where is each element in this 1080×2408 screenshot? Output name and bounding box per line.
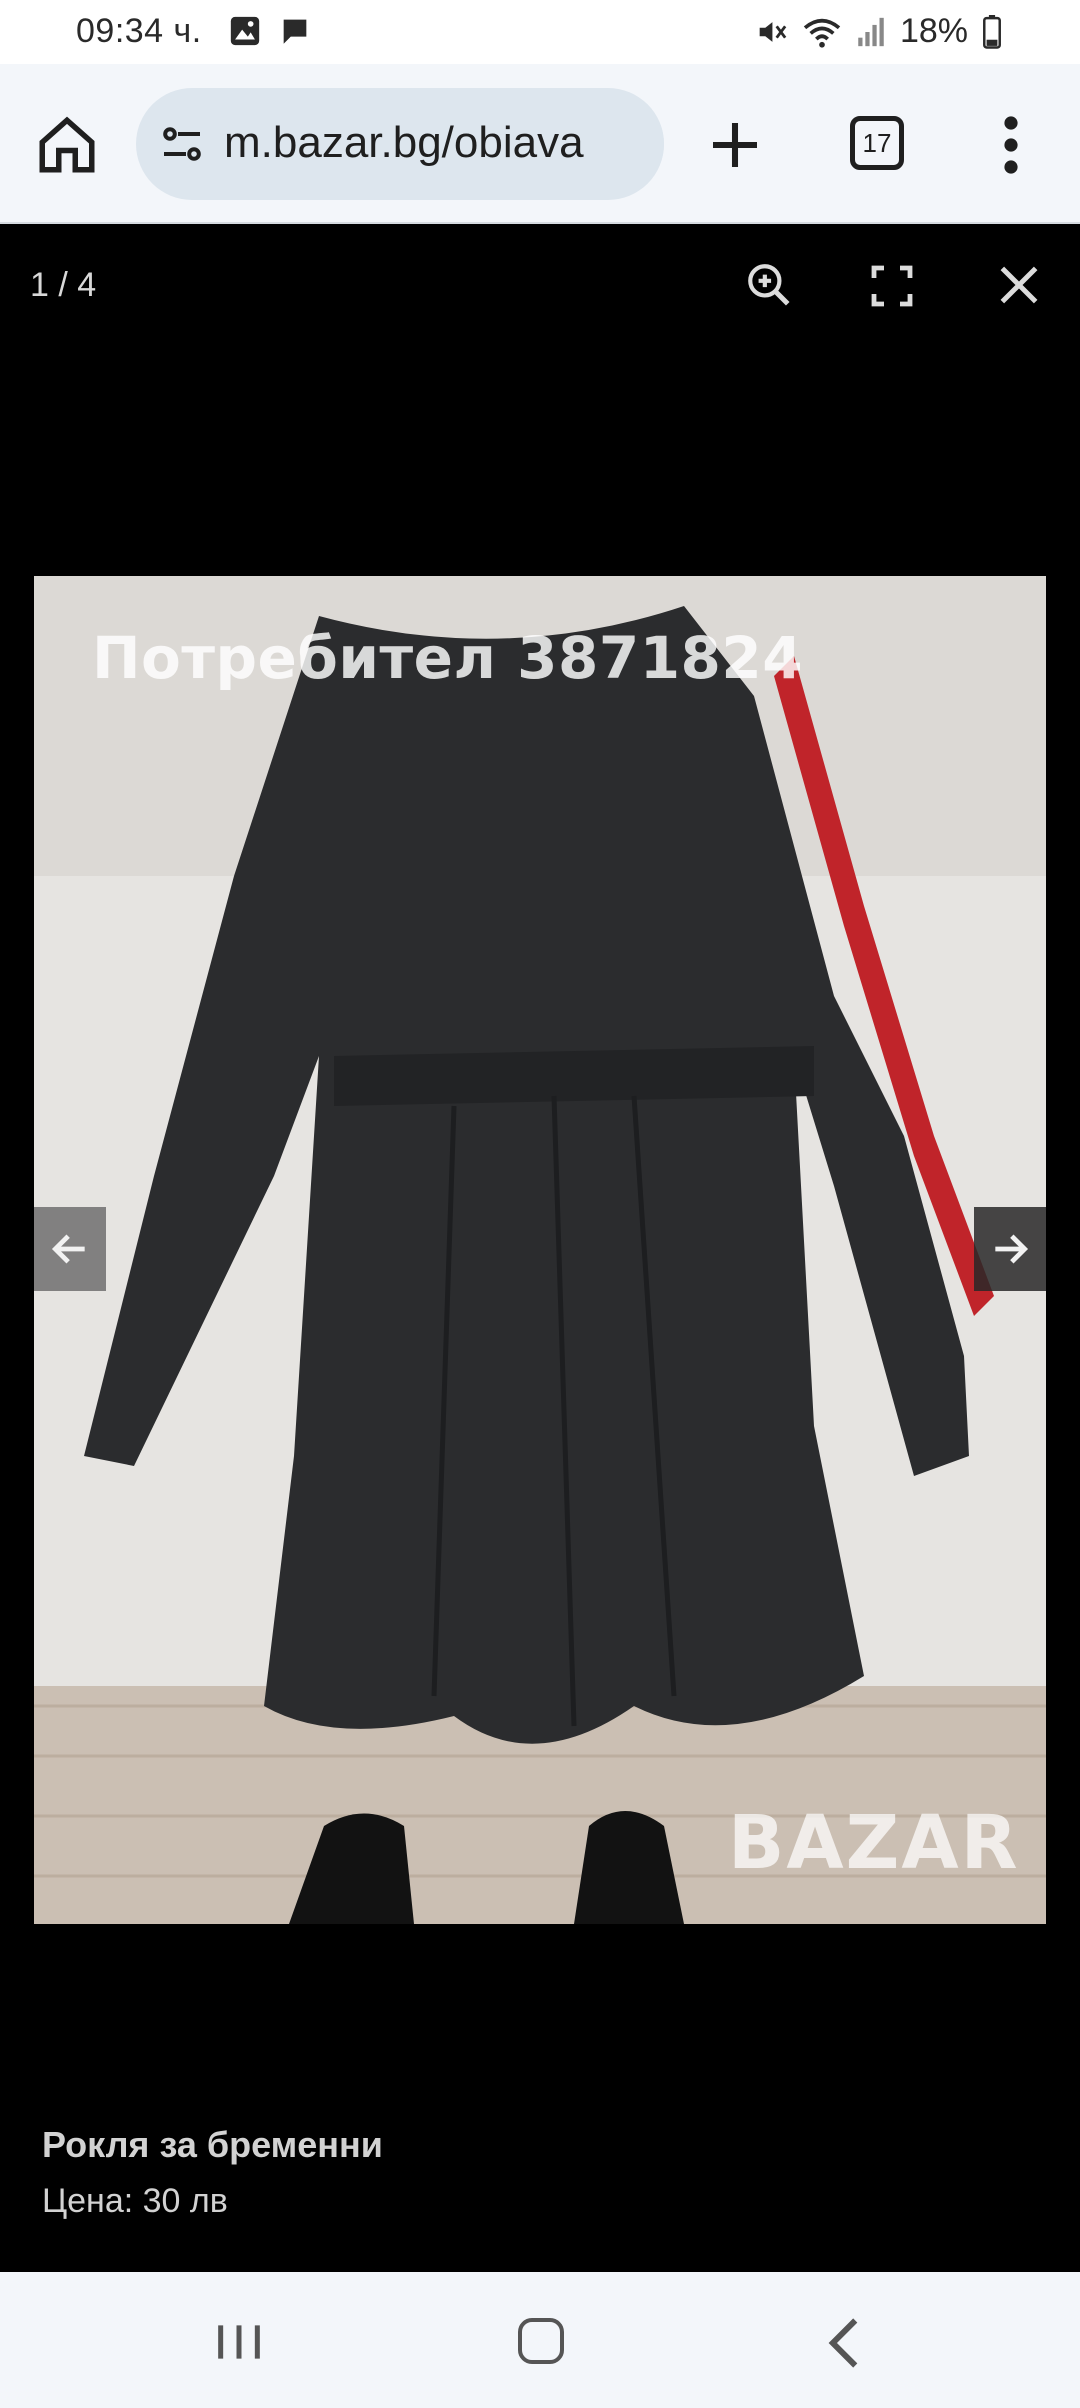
photo-watermark-user: Потребител 3871824 [92,624,804,692]
gallery-icon [230,16,260,46]
tab-switcher-button[interactable]: 17 [850,116,904,170]
mute-icon [759,21,787,42]
image-viewer: 1 / 4 Потребител 3871824 BAZAR Рокля за … [0,226,1080,2272]
new-tab-button[interactable] [702,112,768,178]
signal-icon [858,17,884,46]
back-icon[interactable] [826,2316,862,2370]
image-counter: 1 / 4 [30,266,97,304]
status-system-icons: 18% [754,12,1002,51]
more-menu-button[interactable] [996,112,1026,178]
more-vert-icon [1004,116,1018,174]
listing-price: Цена: 30 лв [42,2182,228,2220]
wifi-icon [803,18,841,48]
chat-bubble-icon [283,19,307,44]
status-bar: 09:34 ч. 18% [0,0,1080,64]
battery-icon [983,14,1001,49]
product-photo: Потребител 3871824 BAZAR [34,576,1046,1924]
system-nav-bar [0,2272,1080,2408]
url-text[interactable]: m.bazar.bg/obiava [224,118,584,168]
home-nav-button[interactable] [518,2318,564,2364]
status-notification-icons [228,14,312,48]
arrow-right-icon [995,1234,1029,1264]
close-icon[interactable] [994,260,1044,310]
photo-watermark-logo: BAZAR [728,1800,1020,1886]
tab-count: 17 [862,127,892,158]
url-bar[interactable]: m.bazar.bg/obiava [136,88,664,200]
fullscreen-icon[interactable] [866,262,918,310]
status-time: 09:34 ч. [76,12,202,50]
next-image-button[interactable] [974,1207,1046,1291]
dress-photo-illustration [34,576,1046,1924]
site-settings-icon[interactable] [158,120,206,168]
url-fade [634,88,664,200]
plus-icon [713,123,757,167]
home-button[interactable] [34,112,100,178]
previous-image-button[interactable] [34,1207,106,1291]
battery-percent: 18% [899,12,968,50]
browser-toolbar: m.bazar.bg/obiava 17 [0,64,1080,224]
zoom-in-icon[interactable] [744,260,794,310]
arrow-left-icon [51,1234,85,1264]
home-icon [39,116,95,173]
recents-icon[interactable] [214,2322,264,2362]
listing-title: Рокля за бременни [42,2124,383,2165]
